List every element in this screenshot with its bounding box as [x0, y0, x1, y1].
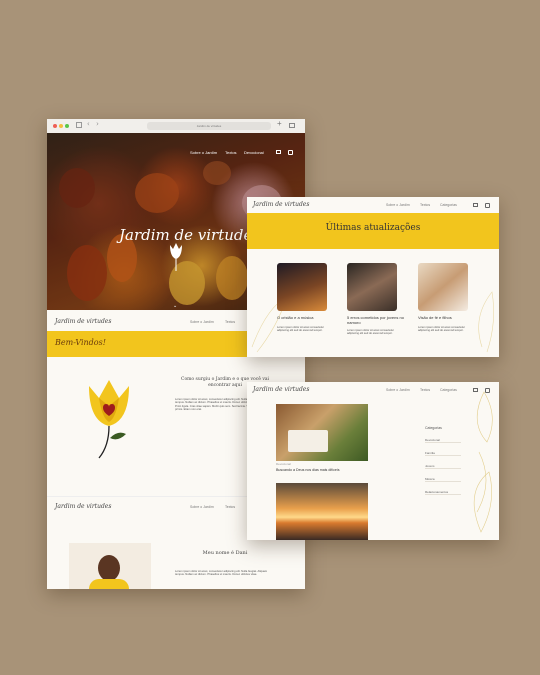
blog-decorative-flowers	[473, 391, 493, 533]
about-title: Meu nome é Dani	[202, 550, 248, 556]
browser-toolbar: ‹ › Jardim de virtudes +	[47, 119, 305, 134]
new-tab-icon[interactable]: +	[277, 119, 282, 128]
category-item[interactable]: Música	[425, 477, 461, 482]
address-bar[interactable]: Jardim de virtudes	[147, 122, 271, 130]
site-logo[interactable]: Jardim de virtudes	[55, 318, 111, 325]
scroll-down-icon[interactable]: ⌄	[173, 303, 177, 309]
category-item[interactable]: Jovens	[425, 464, 461, 469]
nav2-link-textos[interactable]: Textos	[225, 320, 235, 324]
post-image-bible[interactable]	[276, 404, 368, 461]
card-image-hands[interactable]	[347, 263, 397, 311]
site-logo-footer[interactable]: Jardim de virtudes	[55, 503, 111, 510]
blog-logo[interactable]: Jardim de virtudes	[253, 386, 309, 393]
hero-title: Jardim de virtudes	[119, 226, 261, 244]
tulip-logo-icon	[89, 380, 129, 459]
mail-icon[interactable]	[276, 150, 281, 154]
card-image-music[interactable]	[277, 263, 327, 311]
nav-link-devocional[interactable]: Devocional	[244, 150, 264, 155]
post-tag[interactable]: Devocional	[276, 462, 291, 466]
blog-page-window: Jardim de virtudes Sobre o Jardim Textos…	[247, 382, 499, 540]
instagram-icon[interactable]	[288, 150, 293, 155]
nav-link-sobre[interactable]: Sobre o Jardim	[190, 150, 217, 155]
card-excerpt-faith: Lorem ipsum dolor sit amet consectetur a…	[418, 326, 466, 333]
category-item[interactable]: Família	[425, 451, 461, 456]
post-image-sunset[interactable]	[276, 483, 368, 540]
author-face	[98, 555, 120, 581]
blog-nav-sobre[interactable]: Sobre o Jardim	[386, 388, 410, 392]
nav2-link-sobre[interactable]: Sobre o Jardim	[190, 320, 214, 324]
back-arrow-icon[interactable]: ‹	[87, 120, 90, 128]
nav3-link-sobre[interactable]: Sobre o Jardim	[190, 505, 214, 509]
forward-arrow-icon[interactable]: ›	[96, 120, 99, 128]
card-excerpt-dating: Lorem ipsum dolor sit amet consectetur a…	[347, 329, 395, 336]
bible-pages	[288, 430, 328, 452]
card-image-family[interactable]	[418, 263, 468, 311]
category-item[interactable]: Relacionamentos	[425, 490, 461, 495]
blog-nav-categorias[interactable]: Categorias	[440, 388, 457, 392]
category-item[interactable]: Devocional	[425, 438, 461, 443]
tabs-overview-icon[interactable]	[289, 123, 295, 128]
categories-title: Categorias	[425, 426, 442, 430]
card-title-faith[interactable]: Visão de fé e filhos	[418, 315, 478, 320]
welcome-text: Bem-Vindos!	[55, 338, 106, 347]
post-title[interactable]: Buscando a Deus nos dias mais difíceis	[276, 468, 340, 472]
nav-link-textos[interactable]: Textos	[225, 150, 237, 155]
maximize-window-icon[interactable]	[65, 124, 69, 128]
updates-page-window: Jardim de virtudes Sobre o Jardim Textos…	[247, 197, 499, 357]
card-title-dating[interactable]: 5 erros cometidos por jovens no namoro	[347, 315, 407, 325]
card-excerpt-music: Lorem ipsum dolor sit amet consectetur a…	[277, 326, 325, 333]
about-text: Lorem ipsum dolor sit amet, consectetur …	[175, 570, 268, 577]
minimize-window-icon[interactable]	[59, 124, 63, 128]
sidebar-toggle-icon[interactable]	[76, 122, 82, 128]
card-title-music[interactable]: O cristão e a música	[277, 315, 337, 320]
close-window-icon[interactable]	[53, 124, 57, 128]
author-shirt	[89, 579, 129, 589]
nav3-link-textos[interactable]: Textos	[225, 505, 235, 509]
author-photo	[69, 543, 151, 589]
blog-nav-textos[interactable]: Textos	[420, 388, 430, 392]
